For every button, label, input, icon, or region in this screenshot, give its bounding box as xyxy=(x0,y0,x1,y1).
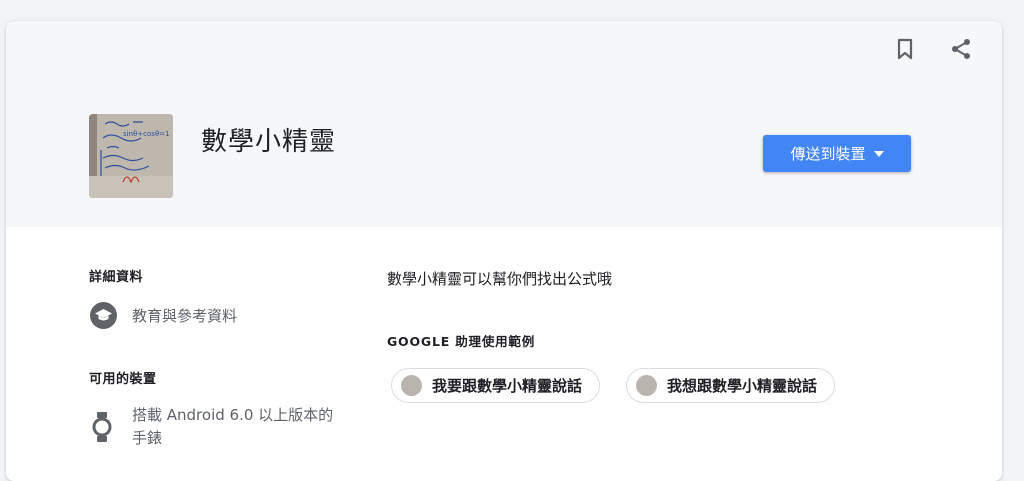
app-header: sinθ+cosθ=1 數學小精靈 傳送到裝置 xyxy=(6,21,1002,227)
caret-down-icon xyxy=(873,150,884,157)
avatar xyxy=(636,375,657,396)
device-label: 搭載 Android 6.0 以上版本的手錶 xyxy=(132,406,334,447)
category-row: 教育與參考資料 xyxy=(90,302,237,329)
bookmark-icon[interactable] xyxy=(892,36,918,62)
watch-icon xyxy=(92,412,112,446)
example-text: 我想跟數學小精靈說話 xyxy=(667,377,818,395)
top-actions xyxy=(892,36,974,62)
example-chip-1[interactable]: 我要跟數學小精靈說話 xyxy=(391,368,601,403)
app-card: sinθ+cosθ=1 數學小精靈 傳送到裝置 詳細資料 教育與參考資料 可用的… xyxy=(6,21,1002,481)
send-to-device-button[interactable]: 傳送到裝置 xyxy=(763,135,911,172)
send-to-device-label: 傳送到裝置 xyxy=(790,145,866,163)
thumbnail-formula: sinθ+cosθ=1 xyxy=(123,130,170,138)
avatar xyxy=(401,375,422,396)
app-description: 數學小精靈可以幫你們找出公式哦 xyxy=(387,270,613,288)
example-text: 我要跟數學小精靈說話 xyxy=(432,377,583,395)
share-icon[interactable] xyxy=(948,36,974,62)
details-section-title: 詳細資料 xyxy=(89,270,144,285)
examples-title: GOOGLE 助理使用範例 xyxy=(387,334,536,349)
app-thumbnail: sinθ+cosθ=1 xyxy=(89,114,173,198)
graduation-cap-icon xyxy=(90,302,117,329)
devices-section-title: 可用的裝置 xyxy=(89,372,157,387)
app-title: 數學小精靈 xyxy=(201,127,337,157)
category-label: 教育與參考資料 xyxy=(132,307,238,325)
example-chip-2[interactable]: 我想跟數學小精靈說話 xyxy=(626,368,836,403)
